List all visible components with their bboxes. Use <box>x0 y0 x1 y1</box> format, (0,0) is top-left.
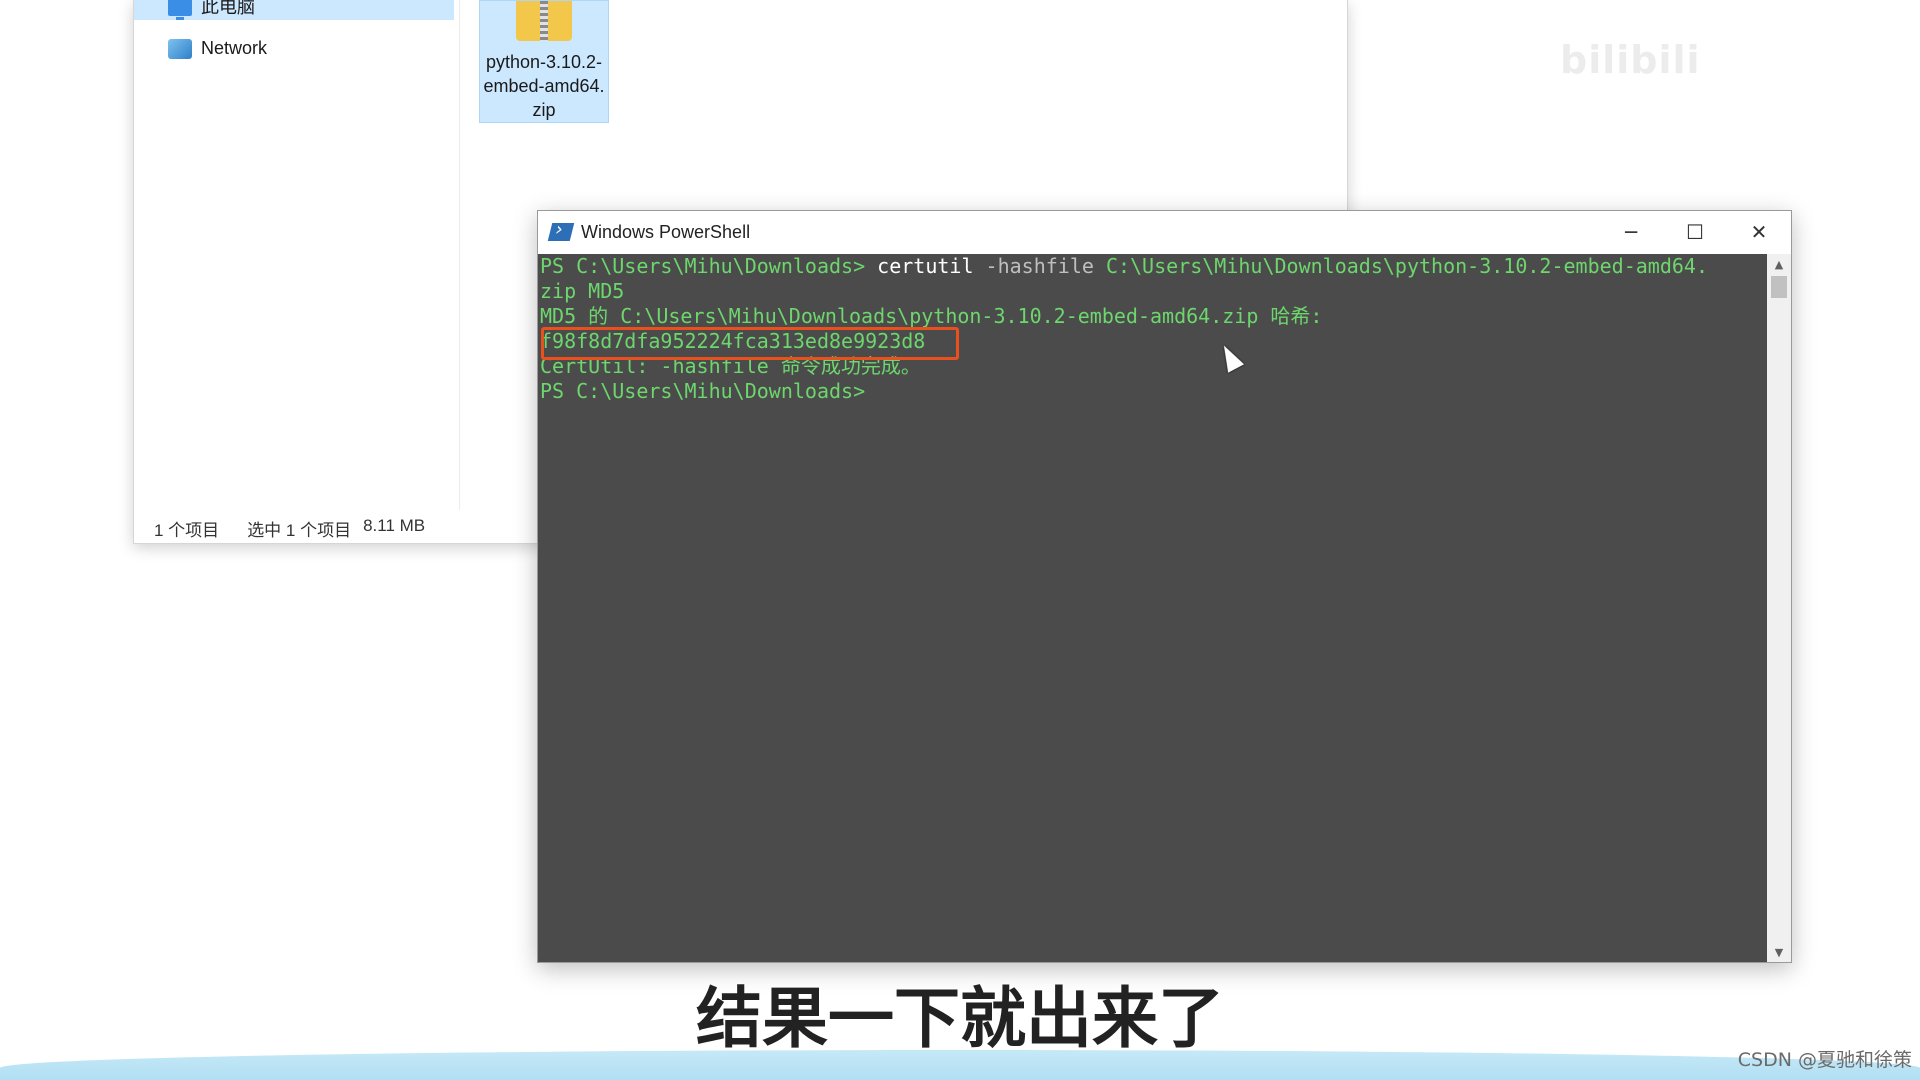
console-line: PS C:\Users\Mihu\Downloads> <box>540 379 866 403</box>
zip-folder-icon <box>516 1 572 41</box>
hash-output-line: f98f8d7dfa952224fca313ed8e9923d8 <box>538 327 1767 360</box>
powershell-window: Windows PowerShell ─ ☐ ✕ PS C:\Users\Mih… <box>537 210 1792 963</box>
console-output[interactable]: PS C:\Users\Mihu\Downloads> certutil -ha… <box>538 254 1767 962</box>
console-line: PS C:\Users\Mihu\Downloads> certutil -ha… <box>538 254 1767 279</box>
video-subtitle: 结果一下就出来了 <box>696 980 1224 1057</box>
minimize-button[interactable]: ─ <box>1599 211 1663 253</box>
decorative-wave <box>0 1050 1920 1080</box>
title-bar[interactable]: Windows PowerShell ─ ☐ ✕ <box>538 211 1791 253</box>
command-path: C:\Users\Mihu\Downloads\python-3.10.2-em… <box>1105 254 1708 278</box>
nav-item-label: Network <box>201 38 268 58</box>
item-count: 1 个项目 <box>154 521 220 540</box>
computer-icon <box>168 0 192 20</box>
vertical-scrollbar[interactable]: ▲ ▼ <box>1767 254 1791 962</box>
selected-count: 选中 1 个项目 <box>247 521 352 540</box>
command-parameter: -hashfile <box>973 254 1106 278</box>
status-bar: 1 个项目 选中 1 个项目 8.11 MB <box>154 516 425 541</box>
minimize-icon: ─ <box>1624 220 1638 244</box>
maximize-button[interactable]: ☐ <box>1663 211 1727 253</box>
nav-item-this-pc[interactable]: 此电脑 <box>134 0 454 20</box>
highlight-box <box>541 327 959 360</box>
csdn-watermark: CSDN @夏驰和徐策 <box>1737 1049 1912 1071</box>
command: certutil <box>877 254 974 278</box>
maximize-icon: ☐ <box>1686 220 1704 244</box>
nav-item-label: 此电脑 <box>201 0 255 17</box>
close-button[interactable]: ✕ <box>1727 211 1791 253</box>
scroll-down-icon[interactable]: ▼ <box>1767 942 1791 962</box>
console-line: MD5 的 C:\Users\Mihu\Downloads\python-3.1… <box>540 304 1323 328</box>
console-line: zip MD5 <box>540 279 625 303</box>
prompt: PS C:\Users\Mihu\Downloads> <box>540 254 878 278</box>
powershell-icon <box>547 223 575 241</box>
window-title: Windows PowerShell <box>581 221 751 242</box>
scroll-up-icon[interactable]: ▲ <box>1767 254 1791 274</box>
file-name: python-3.10.2-embed-amd64.zip <box>483 52 605 120</box>
window-controls: ─ ☐ ✕ <box>1599 211 1791 253</box>
file-item-python-zip[interactable]: python-3.10.2-embed-amd64.zip <box>479 0 609 123</box>
navigation-pane: 此电脑 Network <box>134 0 460 510</box>
network-icon <box>168 38 192 59</box>
nav-item-network[interactable]: Network <box>168 38 267 59</box>
selected-size: 8.11 MB <box>363 516 426 535</box>
bilibili-watermark: bilibili <box>1560 38 1701 82</box>
scroll-thumb[interactable] <box>1771 276 1787 298</box>
close-icon: ✕ <box>1750 220 1768 244</box>
screen: 此电脑 Network python-3.10.2-embed-amd64.zi… <box>0 0 1920 1080</box>
